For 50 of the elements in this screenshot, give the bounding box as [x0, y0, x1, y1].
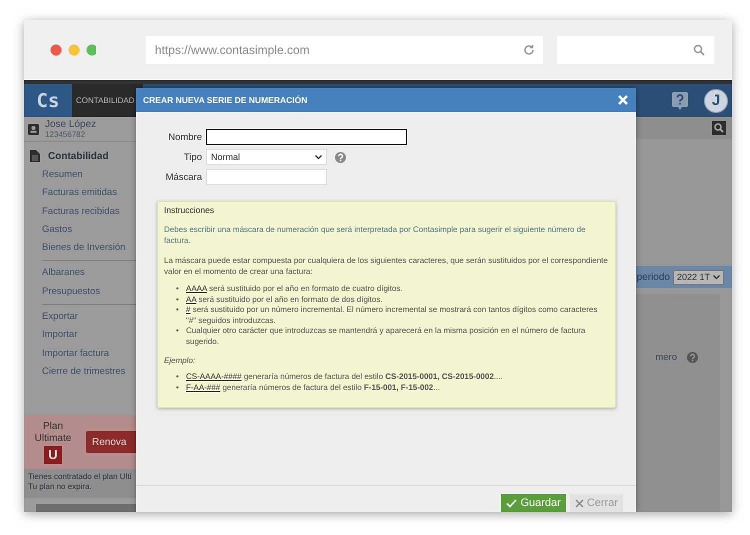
save-button[interactable]: Guardar	[501, 494, 566, 512]
plan-name: Ultimate	[34, 432, 72, 444]
user-avatar[interactable]: J	[704, 88, 728, 112]
plan-label: Plan	[42, 420, 63, 432]
close-icon[interactable]	[618, 95, 628, 105]
plan-note: Tu plan no expira.	[28, 482, 93, 492]
renew-button[interactable]: Renova	[86, 431, 138, 453]
type-select[interactable]: Normal	[206, 149, 327, 165]
browser-search-field[interactable]	[556, 36, 714, 64]
field-label: Tipo	[182, 152, 202, 162]
window-controls-icon[interactable]	[50, 44, 96, 56]
dialog-title: CREAR NUEVA SERIE DE NUMERACIÓN	[143, 95, 308, 105]
rule-item: • # será sustituido por un número incremental. El número incremental se mostrará con tantos dígitos como caracteres "#" seguidos introduzcas.	[176, 305, 598, 326]
period-label: periodo	[636, 272, 670, 282]
user-name: Jose López	[45, 119, 96, 130]
field-label: mero	[655, 352, 677, 363]
instructions-paragraph: La máscara puede estar compuesta por cualquiera de los siguientes caracteres, que serán sustituidos por el correspondiente valor en el momento de crear una factura:	[164, 255, 609, 277]
example-label: Ejemplo:	[164, 356, 196, 365]
help-icon[interactable]	[687, 352, 698, 363]
help-icon[interactable]	[335, 152, 346, 162]
app-logo[interactable]: Cs	[24, 84, 72, 117]
search-icon[interactable]	[712, 121, 726, 135]
rule-item: • AAAA será sustituido por el año en formato de cuatro dígitos.	[176, 284, 404, 294]
help-icon[interactable]	[672, 92, 688, 110]
user-card-icon	[28, 124, 39, 134]
document-icon	[30, 150, 40, 162]
plan-badge: U	[44, 446, 62, 464]
address-bar[interactable]: https://www.contasimple.com	[146, 36, 543, 64]
section-tab[interactable]: CONTABILIDAD	[72, 84, 143, 117]
sidebar-heading[interactable]: Contabilidad	[48, 150, 109, 162]
caret-icon	[315, 154, 322, 160]
instructions-title: Instrucciones	[164, 205, 216, 215]
search-icon[interactable]	[693, 44, 705, 56]
example-item: • CS-AAAA-#### generaría números de factura del estilo CS-2015-0001, CS-2015-0002....	[176, 372, 504, 382]
plan-note: Tienes contratado el plan Ulti	[28, 472, 132, 482]
rule-item: • AA será sustituido por el año en formato de dos dígitos.	[176, 294, 384, 305]
example-item: • F-AA-### generaría números de factura del estilo F-15-001, F-15-002...	[176, 382, 441, 393]
url-text: https://www.contasimple.com	[154, 43, 310, 57]
user-id: 123456782	[45, 130, 86, 139]
period-select[interactable]: 2022 1T	[672, 270, 724, 284]
check-icon	[506, 498, 518, 508]
close-icon	[574, 498, 584, 508]
reload-icon[interactable]	[522, 44, 535, 56]
field-label: Máscara	[164, 172, 202, 182]
rule-item: • Cualquier otro carácter que introduzcas se mantendrá y aparecerá en la misma posición en el número de factura sugerido.	[176, 326, 586, 347]
caret-icon	[713, 274, 720, 280]
text-input-field[interactable]	[206, 129, 407, 145]
instructions-paragraph: Debes escribir una máscara de numeración que será interpretada por Contasimple para sugerir el siguiente número de factura.	[164, 224, 587, 246]
field-label: Nombre	[167, 132, 202, 142]
close-button[interactable]: Cerrar	[570, 494, 623, 512]
